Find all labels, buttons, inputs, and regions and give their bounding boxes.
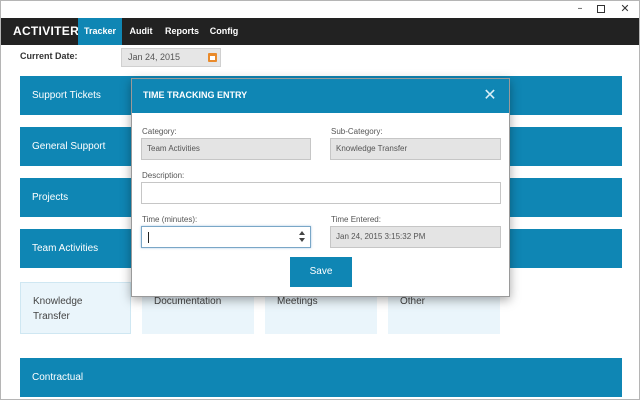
- subcategory-field: Knowledge Transfer: [330, 138, 501, 160]
- maximize-icon[interactable]: [593, 2, 609, 16]
- description-label: Description:: [142, 171, 185, 180]
- category-label: Category:: [142, 127, 177, 136]
- app-logo: ACTIVITER: [13, 24, 80, 38]
- time-tracking-dialog: TIME TRACKING ENTRY ✕ Category: Team Act…: [131, 78, 510, 297]
- time-minutes-label: Time (minutes):: [142, 215, 198, 224]
- dialog-header: TIME TRACKING ENTRY ✕: [132, 79, 509, 113]
- date-bar: Current Date: Jan 24, 2015: [1, 45, 639, 69]
- current-date-field[interactable]: Jan 24, 2015: [121, 48, 221, 67]
- category-field: Team Activities: [141, 138, 311, 160]
- minimize-icon[interactable]: –: [572, 2, 588, 16]
- tab-config[interactable]: Config: [205, 18, 243, 45]
- category-contractual[interactable]: Contractual: [20, 358, 622, 397]
- time-entered-field: Jan 24, 2015 3:15:32 PM: [330, 226, 501, 248]
- time-minutes-input[interactable]: [141, 226, 311, 248]
- dialog-title: TIME TRACKING ENTRY: [143, 90, 248, 100]
- save-button[interactable]: Save: [290, 257, 352, 287]
- time-entered-label: Time Entered:: [331, 215, 381, 224]
- tab-reports[interactable]: Reports: [160, 18, 204, 45]
- subcategory-knowledge-transfer[interactable]: Knowledge Transfer: [20, 282, 131, 334]
- tab-tracker[interactable]: Tracker: [78, 18, 122, 45]
- tab-audit[interactable]: Audit: [123, 18, 159, 45]
- text-cursor: [148, 232, 149, 243]
- description-input[interactable]: [141, 182, 501, 204]
- subcategory-label: Sub-Category:: [331, 127, 383, 136]
- close-icon[interactable]: ✕: [617, 2, 633, 16]
- window-titlebar: – ✕: [1, 1, 639, 18]
- dialog-close-icon[interactable]: ✕: [482, 87, 498, 103]
- current-date-label: Current Date:: [20, 51, 78, 61]
- calendar-icon[interactable]: [208, 53, 217, 62]
- app-window: – ✕ ACTIVITER Tracker Audit Reports Conf…: [0, 0, 640, 400]
- top-navbar: ACTIVITER Tracker Audit Reports Config: [1, 18, 639, 45]
- current-date-value: Jan 24, 2015: [128, 52, 181, 62]
- spinner-arrows-icon[interactable]: [299, 231, 305, 243]
